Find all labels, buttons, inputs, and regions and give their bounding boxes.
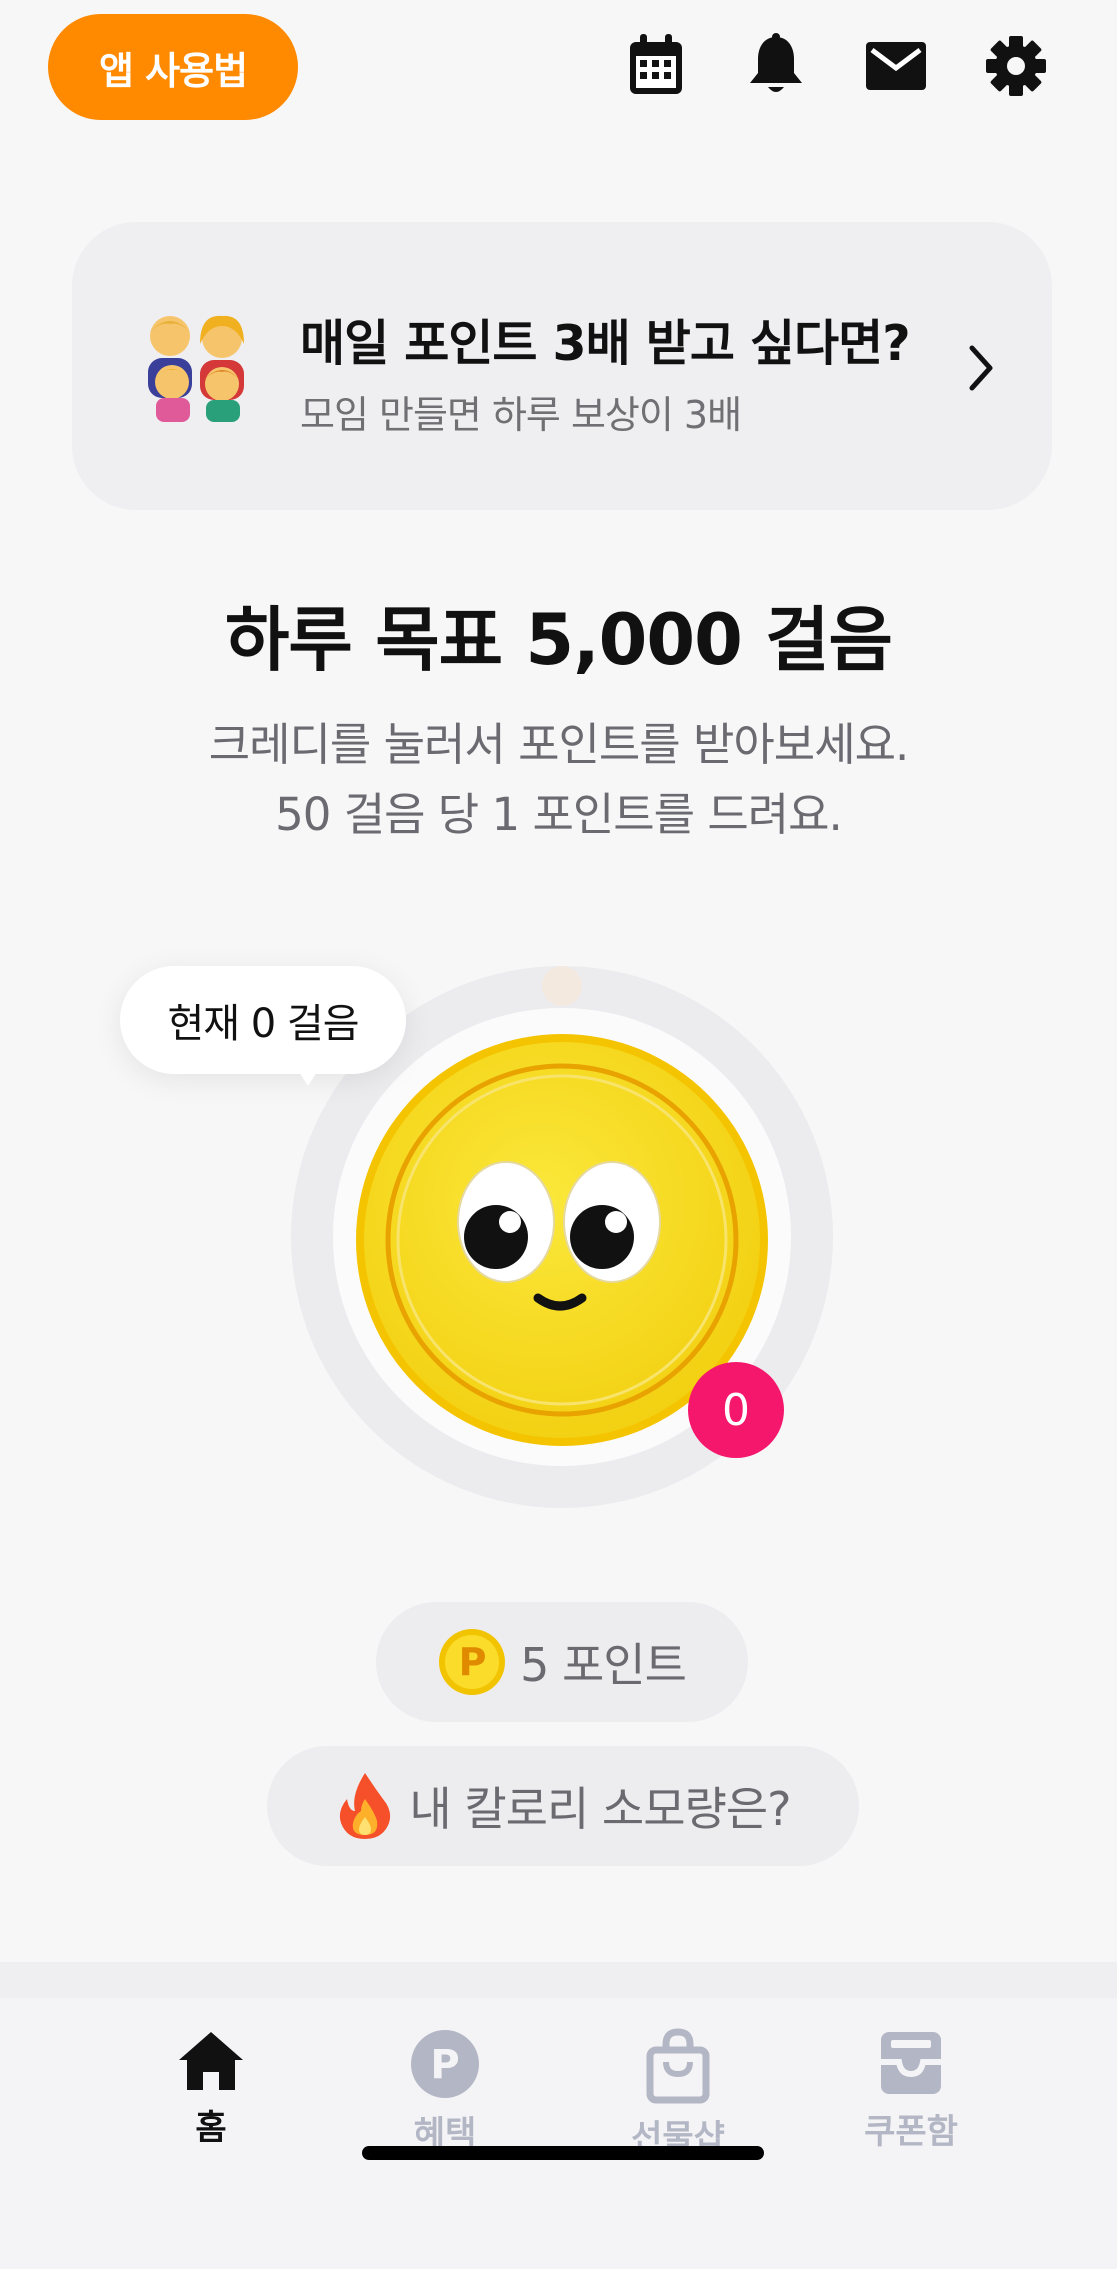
chevron-right-icon — [962, 338, 1002, 398]
banner-title: 매일 포인트 3배 받고 싶다면? — [300, 315, 911, 372]
fire-icon — [335, 1771, 395, 1841]
svg-text:P: P — [430, 2042, 459, 2088]
home-icon — [179, 2032, 243, 2090]
calorie-label: 내 칼로리 소모량은? — [409, 1782, 791, 1836]
nav-separator — [0, 1962, 1117, 1998]
daily-goal-title: 하루 목표 5,000 걸음 — [225, 599, 893, 681]
gear-icon[interactable] — [980, 30, 1052, 102]
nav-item-coupon-box[interactable]: 쿠폰함 — [811, 2028, 1011, 2168]
bubble-tail — [294, 1064, 322, 1086]
mail-icon[interactable] — [860, 30, 932, 102]
point-coin-icon: P — [438, 1628, 506, 1696]
banner-subtitle: 모임 만들면 하루 보상이 3배 — [300, 393, 742, 437]
points-pill[interactable]: P 5 포인트 — [376, 1602, 748, 1722]
progress-indicator-dot — [542, 966, 582, 1006]
shopping-bag-icon — [646, 2028, 710, 2104]
app-guide-button[interactable]: 앱 사용법 — [48, 14, 298, 120]
family-emoji-icon — [140, 310, 256, 422]
home-indicator — [362, 2146, 764, 2160]
bell-icon[interactable] — [740, 30, 812, 102]
goal-description-line1: 크레디를 눌러서 포인트를 받아보세요. — [208, 718, 910, 771]
coin-count-badge: 0 — [688, 1362, 784, 1458]
nav-label-home: 홈 — [195, 2108, 227, 2148]
calendar-icon[interactable] — [620, 30, 692, 102]
svg-text:P: P — [459, 1640, 486, 1684]
goal-description: 크레디를 눌러서 포인트를 받아보세요. 50 걸음 당 1 포인트를 드려요. — [0, 710, 1117, 850]
current-steps-bubble: 현재 0 걸음 — [120, 966, 406, 1074]
points-label: 5 포인트 — [520, 1638, 687, 1692]
inbox-tray-icon — [881, 2032, 941, 2094]
calorie-pill[interactable]: 내 칼로리 소모량은? — [267, 1746, 859, 1866]
nav-label-coupon-box: 쿠폰함 — [864, 2112, 958, 2152]
nav-item-home[interactable]: 홈 — [111, 2028, 311, 2168]
goal-description-line2: 50 걸음 당 1 포인트를 드려요. — [275, 788, 843, 841]
point-circle-icon: P — [411, 2030, 479, 2098]
